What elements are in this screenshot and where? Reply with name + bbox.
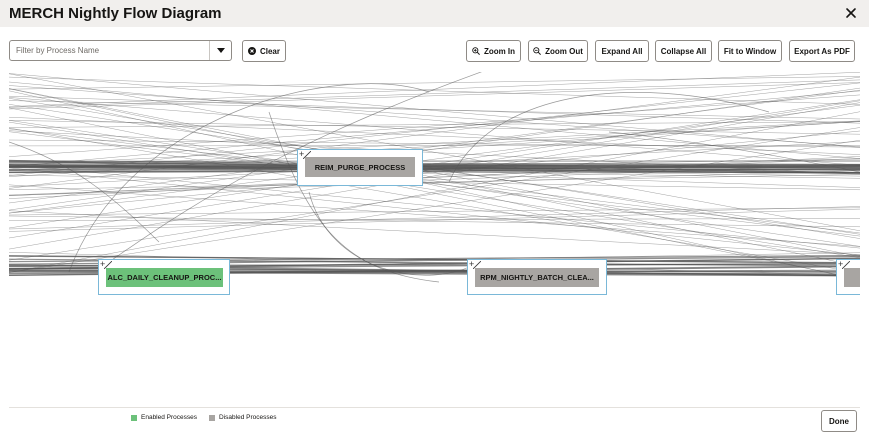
close-icon — [846, 8, 856, 18]
process-node-offscreen[interactable]: + — [836, 259, 860, 295]
zoom-in-icon — [472, 47, 480, 55]
filter-input[interactable] — [10, 41, 210, 60]
process-node-alc-daily-cleanup[interactable]: + ALC_DAILY_CLEANUP_PROC... — [98, 259, 230, 295]
process-filter-combobox[interactable] — [9, 40, 232, 61]
legend-enabled-label: Enabled Processes — [141, 414, 198, 421]
zoom-in-button[interactable]: Zoom In — [466, 40, 521, 62]
chevron-down-icon — [216, 48, 225, 53]
flow-diagram-canvas[interactable]: + REIM_PURGE_PROCESS + ALC_DAILY_CLEANUP… — [9, 72, 860, 405]
zoom-out-label: Zoom Out — [545, 46, 583, 56]
zoom-out-icon — [533, 47, 542, 55]
close-button[interactable] — [841, 3, 861, 23]
export-pdf-button[interactable]: Export As PDF — [789, 40, 855, 62]
dialog-header: MERCH Nightly Flow Diagram — [0, 0, 869, 27]
process-node-label: RPM_NIGHTLY_BATCH_CLEA... — [475, 268, 599, 287]
expand-all-label: Expand All — [601, 46, 643, 56]
export-pdf-label: Export As PDF — [794, 46, 850, 56]
legend-disabled-label: Disabled Processes — [219, 414, 277, 421]
zoom-in-label: Zoom In — [483, 46, 516, 56]
fit-to-window-button[interactable]: Fit to Window — [718, 40, 782, 62]
fit-to-window-label: Fit to Window — [723, 46, 777, 56]
process-node-rpm-nightly-batch[interactable]: + RPM_NIGHTLY_BATCH_CLEA... — [467, 259, 607, 295]
clear-label: Clear — [259, 46, 280, 56]
process-node-label — [844, 268, 860, 287]
clear-button[interactable]: Clear — [242, 40, 286, 62]
zoom-out-button[interactable]: Zoom Out — [528, 40, 588, 62]
flow-edges — [9, 72, 860, 283]
disabled-swatch — [209, 414, 216, 421]
enabled-swatch — [131, 414, 137, 421]
done-button[interactable]: Done — [821, 410, 857, 432]
process-node-reim-purge[interactable]: + REIM_PURGE_PROCESS — [297, 149, 423, 186]
collapse-all-button[interactable]: Collapse All — [655, 40, 712, 62]
process-node-label: ALC_DAILY_CLEANUP_PROC... — [106, 268, 223, 287]
expand-all-button[interactable]: Expand All — [595, 40, 649, 62]
clear-x-icon — [247, 47, 256, 55]
footer-divider — [9, 407, 860, 408]
process-node-label: REIM_PURGE_PROCESS — [305, 157, 415, 177]
legend: Enabled Processes Disabled Processes — [131, 414, 276, 421]
dialog-title: MERCH Nightly Flow Diagram — [9, 5, 222, 22]
filter-dropdown-button[interactable] — [209, 41, 231, 60]
collapse-all-label: Collapse All — [660, 46, 707, 56]
